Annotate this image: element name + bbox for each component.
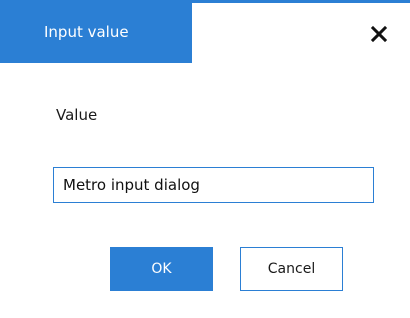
- close-icon: [370, 25, 388, 43]
- input-dialog: Input value Value OK Cancel: [0, 0, 410, 318]
- cancel-button[interactable]: Cancel: [240, 247, 343, 291]
- close-button[interactable]: [370, 25, 388, 43]
- value-label: Value: [56, 106, 98, 124]
- dialog-title-tab: Input value: [0, 0, 192, 63]
- ok-button[interactable]: OK: [110, 247, 213, 291]
- value-input[interactable]: [53, 167, 374, 203]
- ok-button-label: OK: [151, 261, 172, 277]
- cancel-button-label: Cancel: [267, 261, 316, 277]
- dialog-title: Input value: [44, 22, 129, 41]
